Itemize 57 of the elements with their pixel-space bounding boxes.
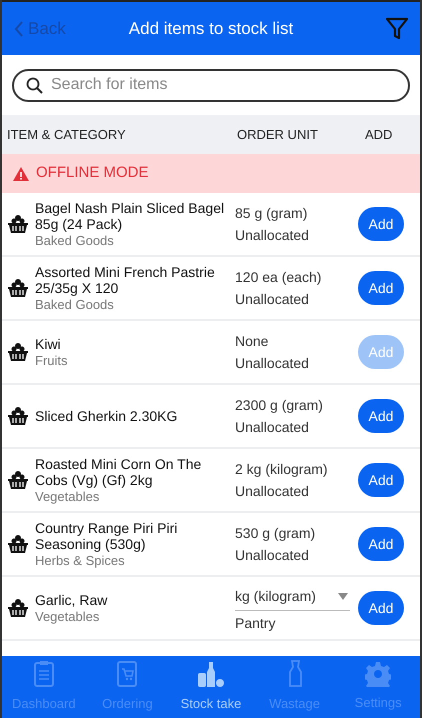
item-name: Bagel Nash Plain Sliced Bagel 85g (24 Pack) — [35, 200, 226, 232]
basket-icon — [7, 214, 29, 234]
order-unit: 85 g (gram) — [235, 205, 308, 221]
add-button[interactable]: Add — [358, 399, 404, 433]
add-button[interactable]: Add — [358, 591, 404, 625]
location-text: Unallocated — [235, 547, 310, 563]
warning-icon — [12, 166, 30, 182]
order-unit: 2300 g (gram) — [235, 397, 324, 413]
location-text: Unallocated — [235, 227, 310, 243]
search-field[interactable]: Search for items — [12, 68, 410, 102]
item-category: Vegetables — [35, 488, 100, 504]
basket-icon — [7, 406, 29, 426]
tab-item[interactable]: Stock take — [169, 656, 253, 718]
basket-icon — [7, 598, 29, 618]
item-category: Herbs & Spices — [35, 552, 126, 568]
cart-icon — [116, 660, 138, 688]
bottles-icon — [196, 660, 225, 688]
location-text: Unallocated — [235, 355, 310, 371]
column-header: ORDER UNIT — [236, 126, 319, 144]
location-text: Unallocated — [235, 291, 310, 307]
unit-dropdown[interactable]: kg (kilogram) — [235, 586, 350, 610]
item-name: Country Range Piri Piri Seasoning (530g) — [35, 520, 178, 552]
add-button[interactable]: Add — [358, 207, 404, 241]
basket-icon — [7, 534, 29, 554]
item-category: Baked Goods — [35, 232, 115, 248]
search-input[interactable]: Search for items — [51, 73, 396, 97]
order-unit: 120 ea (each) — [235, 269, 322, 285]
caret-icon — [338, 592, 348, 600]
chevron-icon — [14, 20, 24, 38]
location-text: Unallocated — [235, 483, 310, 499]
column-header: ADD — [365, 126, 392, 144]
add-button[interactable]: Add — [358, 527, 404, 561]
search-icon — [26, 76, 43, 94]
item-name: Kiwi — [35, 336, 62, 352]
clipboard-icon — [32, 660, 55, 688]
item-name: Garlic, Raw — [35, 592, 108, 608]
location-text: Unallocated — [235, 419, 310, 435]
item-category: Fruits — [35, 352, 68, 368]
order-unit: 530 g (gram) — [235, 525, 316, 541]
item-name: Roasted Mini Corn On The Cobs (Vg) (Gf) 2kg — [35, 456, 202, 488]
add-button[interactable]: Add — [358, 271, 404, 305]
column-header: ITEM & CATEGORY — [6, 126, 127, 144]
basket-icon — [7, 470, 29, 490]
add-button[interactable]: Add — [358, 463, 404, 497]
basket-icon — [7, 278, 29, 298]
item-name: Assorted Mini French Pastrie 25/35g X 120 — [35, 264, 216, 296]
offline-text: OFFLINE MODE — [36, 163, 149, 184]
location-text: Pantry — [235, 614, 276, 630]
filter-icon[interactable] — [386, 16, 408, 40]
item-category: Vegetables — [35, 608, 100, 624]
order-unit: 2 kg (kilogram) — [235, 461, 329, 477]
screen-title: Add items to stock list — [128, 18, 294, 40]
item-category: Baked Goods — [35, 296, 115, 312]
item-name: Sliced Gherkin 2.30KG — [35, 408, 178, 424]
order-unit: None — [235, 333, 270, 349]
gear-icon — [365, 661, 392, 688]
basket-icon — [7, 342, 29, 362]
